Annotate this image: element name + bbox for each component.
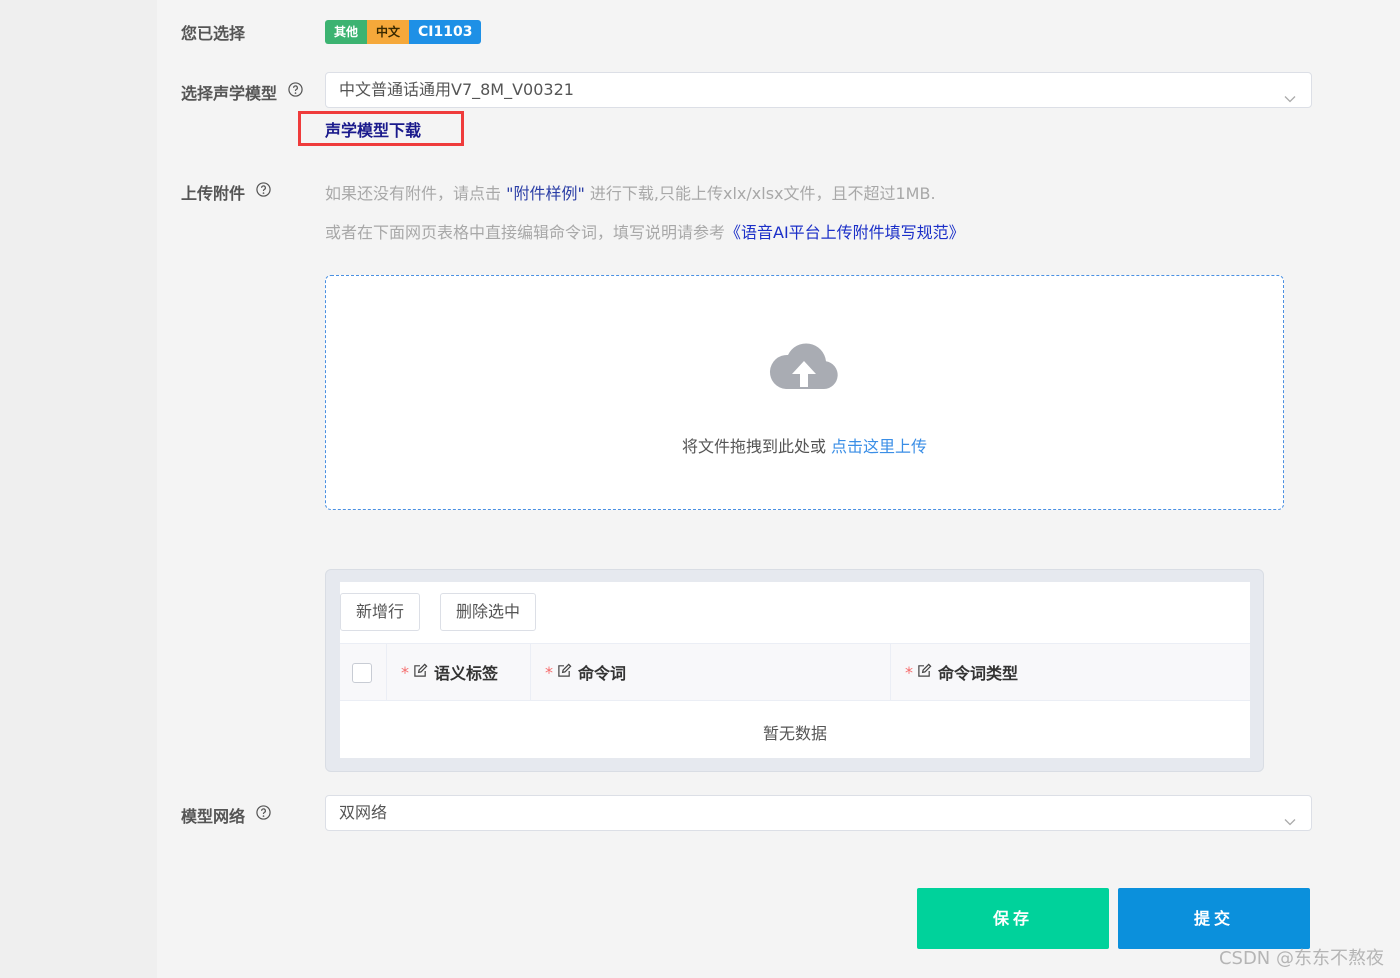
required-mark: * (401, 662, 409, 682)
required-mark: * (905, 662, 913, 682)
tag-chip: CI1103 (409, 20, 482, 44)
save-button[interactable]: 保存 (917, 888, 1109, 949)
submit-button[interactable]: 提交 (1118, 888, 1310, 949)
left-sidebar-strip (0, 0, 157, 978)
attachment-hint-2: 或者在下面网页表格中直接编辑命令词，填写说明请参考《语音AI平台上传附件填写规范… (325, 219, 965, 243)
attachment-hint-1: 如果还没有附件，请点击 "附件样例" 进行下载,只能上传xlx/xlsx文件，且… (325, 180, 936, 204)
table-header: * 语义标签 * 命令词 * 命令词类型 (340, 643, 1250, 701)
tag-chinese: 中文 (367, 20, 410, 44)
tag-other: 其他 (325, 20, 368, 44)
sample-attachment-link[interactable]: "附件样例" (506, 184, 585, 203)
chevron-down-icon (1283, 807, 1297, 841)
network-label: 模型网络 (181, 803, 271, 827)
column-label: 命令词 (578, 664, 627, 683)
column-command-type: * 命令词类型 (891, 644, 1250, 700)
acoustic-model-label: 选择声学模型 (181, 80, 303, 104)
help-circle-icon[interactable] (255, 805, 271, 824)
column-semantic-tag: * 语义标签 (387, 644, 531, 700)
help-circle-icon[interactable] (287, 82, 303, 101)
column-label: 命令词类型 (938, 664, 1019, 683)
click-upload-link[interactable]: 点击这里上传 (831, 437, 927, 456)
help-circle-icon[interactable] (255, 182, 271, 201)
drop-instruction: 将文件拖拽到此处或 (681, 437, 832, 456)
network-value: 双网络 (339, 803, 388, 822)
watermark: CSDN @东东不熬夜 (1218, 948, 1384, 969)
delete-selected-button[interactable]: 删除选中 (440, 593, 537, 631)
attachment-label-text: 上传附件 (181, 184, 246, 203)
hint1-prefix: 如果还没有附件，请点击 (325, 184, 507, 203)
edit-icon (917, 663, 932, 682)
hint2-prefix: 或者在下面网页表格中直接编辑命令词，填写说明请参考 (325, 223, 726, 242)
edit-icon (557, 663, 572, 682)
selected-tags: 其他 中文 CI1103 (325, 20, 482, 44)
upload-dropzone[interactable]: 将文件拖拽到此处或 点击这里上传 (325, 275, 1284, 510)
column-label: 语义标签 (434, 664, 499, 683)
command-table: 新增行 删除选中 * 语义标签 * 命令词 * 命令词类型 暂无数据 (340, 582, 1250, 758)
select-all-checkbox[interactable] (352, 663, 372, 683)
dropzone-text: 将文件拖拽到此处或 点击这里上传 (326, 433, 1283, 457)
select-all-cell (340, 644, 387, 700)
column-command-word: * 命令词 (531, 644, 891, 700)
acoustic-model-label-text: 选择声学模型 (181, 84, 278, 103)
chevron-down-icon (1283, 84, 1297, 118)
selected-label: 您已选择 (181, 20, 245, 44)
spec-document-link[interactable]: 《语音AI平台上传附件填写规范》 (725, 223, 965, 242)
edit-icon (413, 663, 428, 682)
acoustic-model-value: 中文普通话通用V7_8M_V00321 (339, 80, 574, 99)
cloud-upload-icon (768, 337, 840, 399)
acoustic-model-select[interactable]: 中文普通话通用V7_8M_V00321 (325, 72, 1312, 108)
network-select[interactable]: 双网络 (325, 795, 1312, 831)
network-label-text: 模型网络 (181, 807, 246, 826)
required-mark: * (545, 662, 553, 682)
acoustic-model-download-link[interactable]: 声学模型下载 (325, 117, 421, 141)
add-row-button[interactable]: 新增行 (340, 593, 421, 631)
selected-label-text: 您已选择 (181, 24, 246, 43)
attachment-label: 上传附件 (181, 180, 271, 204)
command-table-card: 新增行 删除选中 * 语义标签 * 命令词 * 命令词类型 暂无数据 (325, 569, 1264, 772)
table-empty-text: 暂无数据 (762, 724, 827, 743)
hint1-suffix: 进行下载,只能上传xlx/xlsx文件，且不超过1MB. (584, 184, 936, 203)
